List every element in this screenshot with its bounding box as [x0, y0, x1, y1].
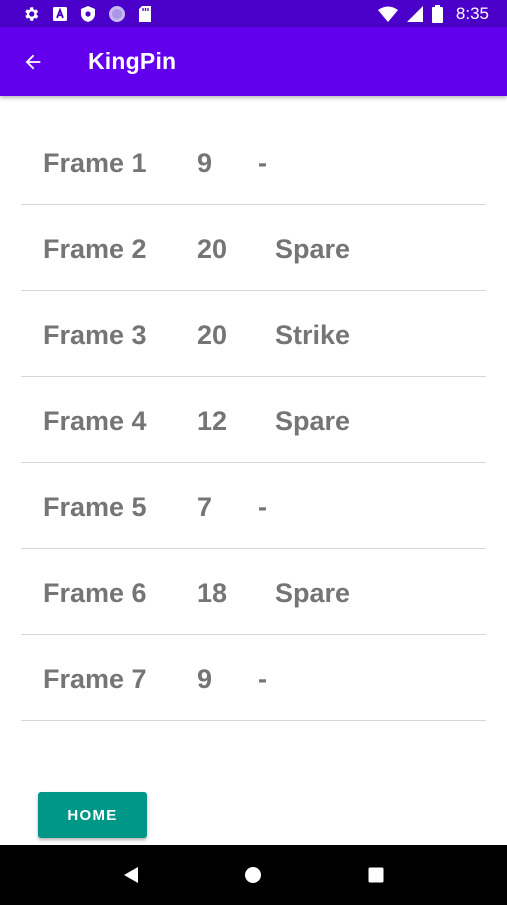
frame-name: Frame 3 [43, 320, 147, 350]
frame-score: 7 [197, 492, 213, 522]
home-circle-icon [244, 866, 262, 884]
circle-icon [108, 5, 126, 23]
frame-score: 12 [197, 406, 228, 436]
signal-icon [406, 5, 423, 22]
status-left-icons [22, 5, 152, 23]
frame-result: - [258, 148, 267, 178]
frame-score: 9 [197, 148, 213, 178]
frame-result: Spare [275, 578, 351, 608]
frame-score: 20 [197, 234, 228, 264]
navigation-bar [0, 845, 507, 905]
nav-home-button[interactable] [233, 855, 273, 895]
battery-icon [431, 4, 443, 23]
home-button[interactable]: HOME [38, 792, 147, 838]
frame-name: Frame 7 [43, 664, 147, 694]
nav-recents-button[interactable] [356, 855, 396, 895]
frame-score: 18 [197, 578, 228, 608]
list-item: Frame 4 12 Spare [21, 377, 486, 463]
status-time: 8:35 [455, 3, 489, 23]
shield-icon [80, 5, 96, 23]
settings-icon [22, 5, 40, 23]
a-badge-icon [52, 6, 68, 22]
list-item: Frame 6 18 Spare [21, 549, 486, 635]
frame-result: Spare [275, 234, 351, 264]
frame-result: Strike [275, 320, 351, 350]
frame-score: 20 [197, 320, 228, 350]
screen: 8:35 KingPin Frame 1 9 - Frame 2 20 Spar… [0, 0, 507, 905]
back-button[interactable] [11, 40, 55, 84]
list-item: Frame 7 9 - [21, 635, 486, 721]
list-item: Frame 3 20 Strike [21, 291, 486, 377]
frame-name: Frame 2 [43, 234, 147, 264]
frame-list: Frame 1 9 - Frame 2 20 Spare Frame 3 20 … [21, 119, 486, 721]
frame-result: - [258, 492, 267, 522]
recents-square-icon [368, 867, 384, 883]
wifi-icon [377, 6, 398, 22]
frame-name: Frame 5 [43, 492, 147, 522]
list-item: Frame 2 20 Spare [21, 205, 486, 291]
frame-name: Frame 1 [43, 148, 147, 178]
frame-name: Frame 4 [43, 406, 147, 436]
status-bar: 8:35 [0, 0, 507, 27]
nav-back-button[interactable] [111, 855, 151, 895]
arrow-left-icon [22, 51, 44, 73]
app-bar: KingPin [0, 27, 507, 96]
status-right-icons: 8:35 [377, 3, 489, 24]
frame-name: Frame 6 [43, 578, 147, 608]
frame-result: Spare [275, 406, 351, 436]
back-triangle-icon [123, 866, 139, 884]
app-title: KingPin [88, 48, 177, 74]
frame-score: 9 [197, 664, 213, 694]
frame-result: - [258, 664, 267, 694]
sd-card-icon [138, 5, 152, 23]
list-item: Frame 1 9 - [21, 119, 486, 205]
list-item: Frame 5 7 - [21, 463, 486, 549]
